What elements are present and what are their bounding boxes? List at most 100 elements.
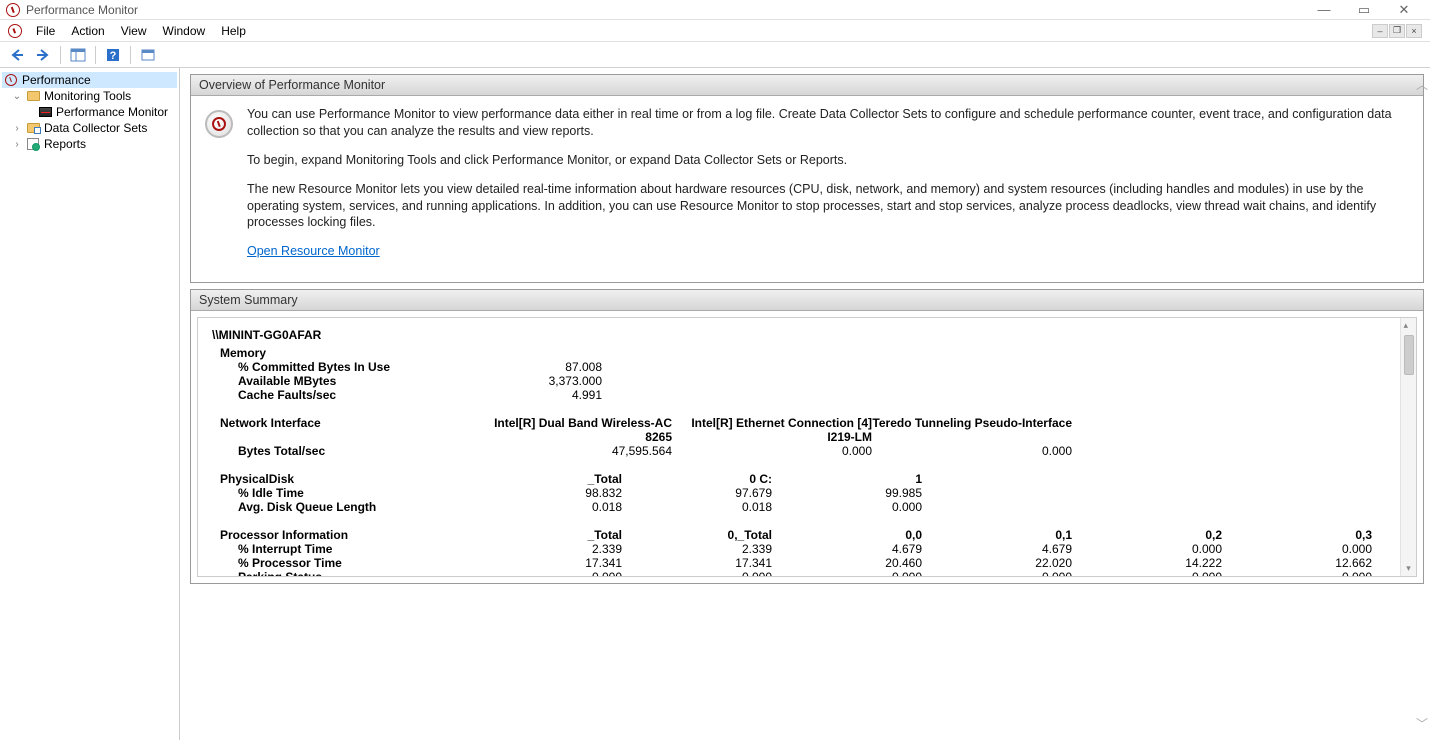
tree-expand-icon[interactable]: ⌄ [12,91,22,102]
metric-name: Avg. Disk Queue Length [212,500,472,514]
scroll-down-icon[interactable]: ﹀ [1416,715,1428,732]
window-minimize-button[interactable]: — [1304,0,1344,20]
menu-view[interactable]: View [113,22,155,40]
metric-name: Available MBytes [212,374,472,388]
menu-bar: File Action View Window Help – ❐ × [0,20,1430,42]
metric-value: 98.832 [472,486,622,500]
section-header-row: Network Interface Intel[R] Dual Band Wir… [212,416,1402,444]
metric-name: % Committed Bytes In Use [212,360,472,374]
scroll-down-icon[interactable]: ▾ [1406,561,1411,576]
metric-value: 4.679 [922,542,1072,556]
tree-node-data-collector-sets[interactable]: › Data Collector Sets [2,120,177,136]
nav-forward-button[interactable] [32,44,54,66]
metric-name: % Processor Time [212,556,472,570]
tree-expand-icon[interactable]: › [12,139,22,150]
metric-name: Bytes Total/sec [212,444,472,458]
scroll-up-icon[interactable]: ▴ [1404,318,1414,333]
summary-scrollbar[interactable]: ▴ ▾ [1400,318,1416,576]
window-title: Performance Monitor [26,3,138,17]
metric-value: 47,595.564 [472,444,672,458]
metric-name: % Interrupt Time [212,542,472,556]
content-pane: Overview of Performance Monitor You can … [180,68,1430,740]
metric-name: Cache Faults/sec [212,388,472,402]
arrow-left-icon [9,47,25,63]
metric-value: 0.018 [622,500,772,514]
window-maximize-button[interactable]: ▭ [1344,0,1384,20]
metric-value: 0.000 [772,500,922,514]
tree-label: Monitoring Tools [44,89,131,103]
column-header: 0,3 [1222,528,1372,542]
tree-label: Performance [22,73,91,87]
reports-icon [27,138,39,150]
content-scrollbar[interactable]: ︿ ﹀ [1416,76,1428,732]
overview-meter-icon [205,110,233,138]
scroll-up-icon[interactable]: ︿ [1416,76,1428,93]
folder-icon [27,91,40,101]
chart-icon [39,107,52,117]
window-close-button[interactable]: ✕ [1384,0,1424,20]
table-row: % Interrupt Time 2.339 2.339 4.679 4.679… [212,542,1402,556]
column-header: Intel[R] Dual Band Wireless-AC 8265 [472,416,672,444]
metric-value: 87.008 [472,360,602,374]
tree-node-monitoring-tools[interactable]: ⌄ Monitoring Tools [2,88,177,104]
tree-node-performance[interactable]: Performance [2,72,177,88]
system-summary-header: System Summary [191,290,1423,311]
menu-file[interactable]: File [28,22,63,40]
column-header: Teredo Tunneling Pseudo-Interface [872,416,1072,444]
host-name: \\MININT-GG0AFAR [212,328,1402,342]
metric-value: 0.000 [622,570,772,577]
section-header-row: Processor Information _Total 0,_Total 0,… [212,528,1402,542]
toolbar: ? [0,42,1430,68]
section-memory-label: Memory [212,346,1402,360]
table-row: Cache Faults/sec 4.991 [212,388,1402,402]
overview-panel-header: Overview of Performance Monitor [191,75,1423,96]
open-resource-monitor-link[interactable]: Open Resource Monitor [247,244,380,258]
new-window-button[interactable] [137,44,159,66]
perfmon-app-icon [6,3,20,17]
section-network-label: Network Interface [212,416,472,444]
metric-value: 0.000 [1072,542,1222,556]
navigation-tree[interactable]: Performance ⌄ Monitoring Tools Performan… [0,68,180,740]
mdi-minimize-button[interactable]: – [1372,24,1388,38]
metric-value: 0.000 [1222,570,1372,577]
metric-value: 4.991 [472,388,602,402]
metric-value: 0.000 [772,570,922,577]
table-row: Available MBytes 3,373.000 [212,374,1402,388]
metric-value: 14.222 [1072,556,1222,570]
metric-value: 2.339 [622,542,772,556]
folder-sets-icon [27,123,40,133]
show-hide-tree-button[interactable] [67,44,89,66]
column-header: 0 C: [622,472,772,486]
column-header: _Total [472,528,622,542]
tree-expand-icon[interactable]: › [12,123,22,134]
tree-label: Data Collector Sets [44,121,147,135]
overview-paragraph-3: The new Resource Monitor lets you view d… [247,181,1409,232]
metric-value: 3,373.000 [472,374,602,388]
section-disk-label: PhysicalDisk [212,472,472,486]
column-header: 0,_Total [622,528,772,542]
section-header-row: PhysicalDisk _Total 0 C: 1 [212,472,1402,486]
menu-window[interactable]: Window [155,22,214,40]
perfmon-icon [5,74,17,86]
menu-action[interactable]: Action [63,22,112,40]
column-header: 0,0 [772,528,922,542]
table-row: % Idle Time 98.832 97.679 99.985 [212,486,1402,500]
table-row: % Committed Bytes In Use 87.008 [212,360,1402,374]
metric-value: 17.341 [622,556,772,570]
scroll-thumb[interactable] [1404,335,1414,375]
metric-value: 0.000 [672,444,872,458]
tree-node-performance-monitor[interactable]: Performance Monitor [2,104,177,120]
mdi-restore-button[interactable]: ❐ [1389,24,1405,38]
mdi-close-button[interactable]: × [1406,24,1422,38]
toolbar-separator [60,46,61,64]
tree-label: Reports [44,137,86,151]
table-row: Bytes Total/sec 47,595.564 0.000 0.000 [212,444,1402,458]
tree-node-reports[interactable]: › Reports [2,136,177,152]
nav-back-button[interactable] [6,44,28,66]
metric-value: 0.000 [1072,570,1222,577]
menu-help[interactable]: Help [213,22,254,40]
overview-panel: Overview of Performance Monitor You can … [190,74,1424,283]
help-button[interactable]: ? [102,44,124,66]
metric-value: 99.985 [772,486,922,500]
column-header: 0,1 [922,528,1072,542]
